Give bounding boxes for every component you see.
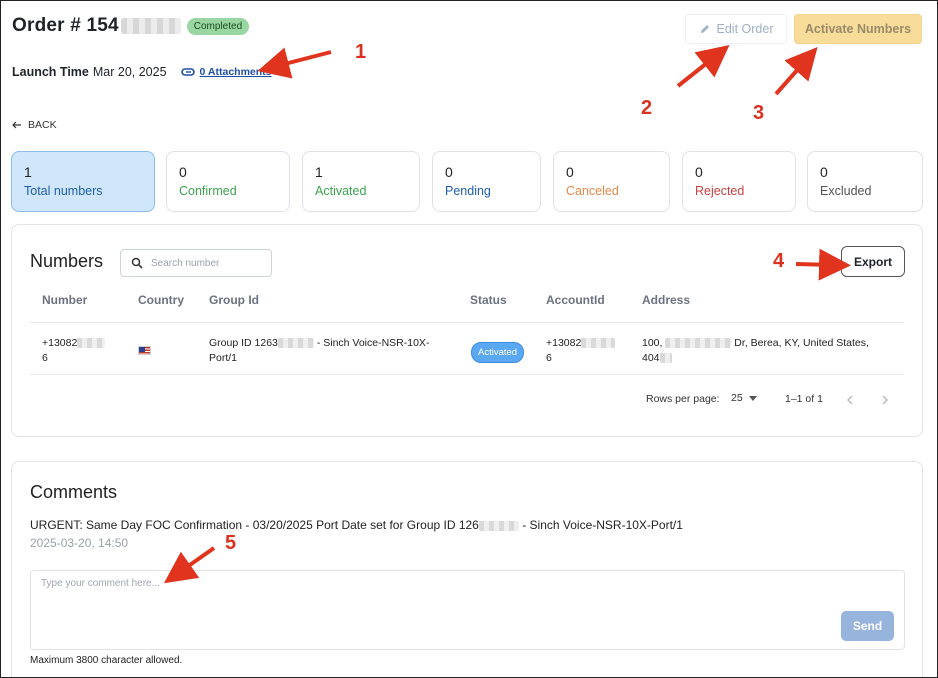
annotation-number-3: 3 [753, 102, 765, 124]
annotation-arrow-4 [795, 248, 851, 281]
annotation-arrow-3 [774, 47, 818, 96]
app-frame: Order # 154 Completed Launch Time Mar 20… [0, 0, 938, 678]
annotation-arrow-1 [257, 47, 332, 79]
annotation-number-4: 4 [773, 250, 785, 272]
annotation-arrows [163, 45, 851, 584]
annotation-number-5: 5 [225, 532, 237, 554]
annotation-number-1: 1 [355, 41, 367, 63]
annotation-arrow-2 [676, 45, 730, 88]
annotation-number-2: 2 [641, 97, 653, 119]
annotation-arrow-5 [163, 546, 216, 584]
